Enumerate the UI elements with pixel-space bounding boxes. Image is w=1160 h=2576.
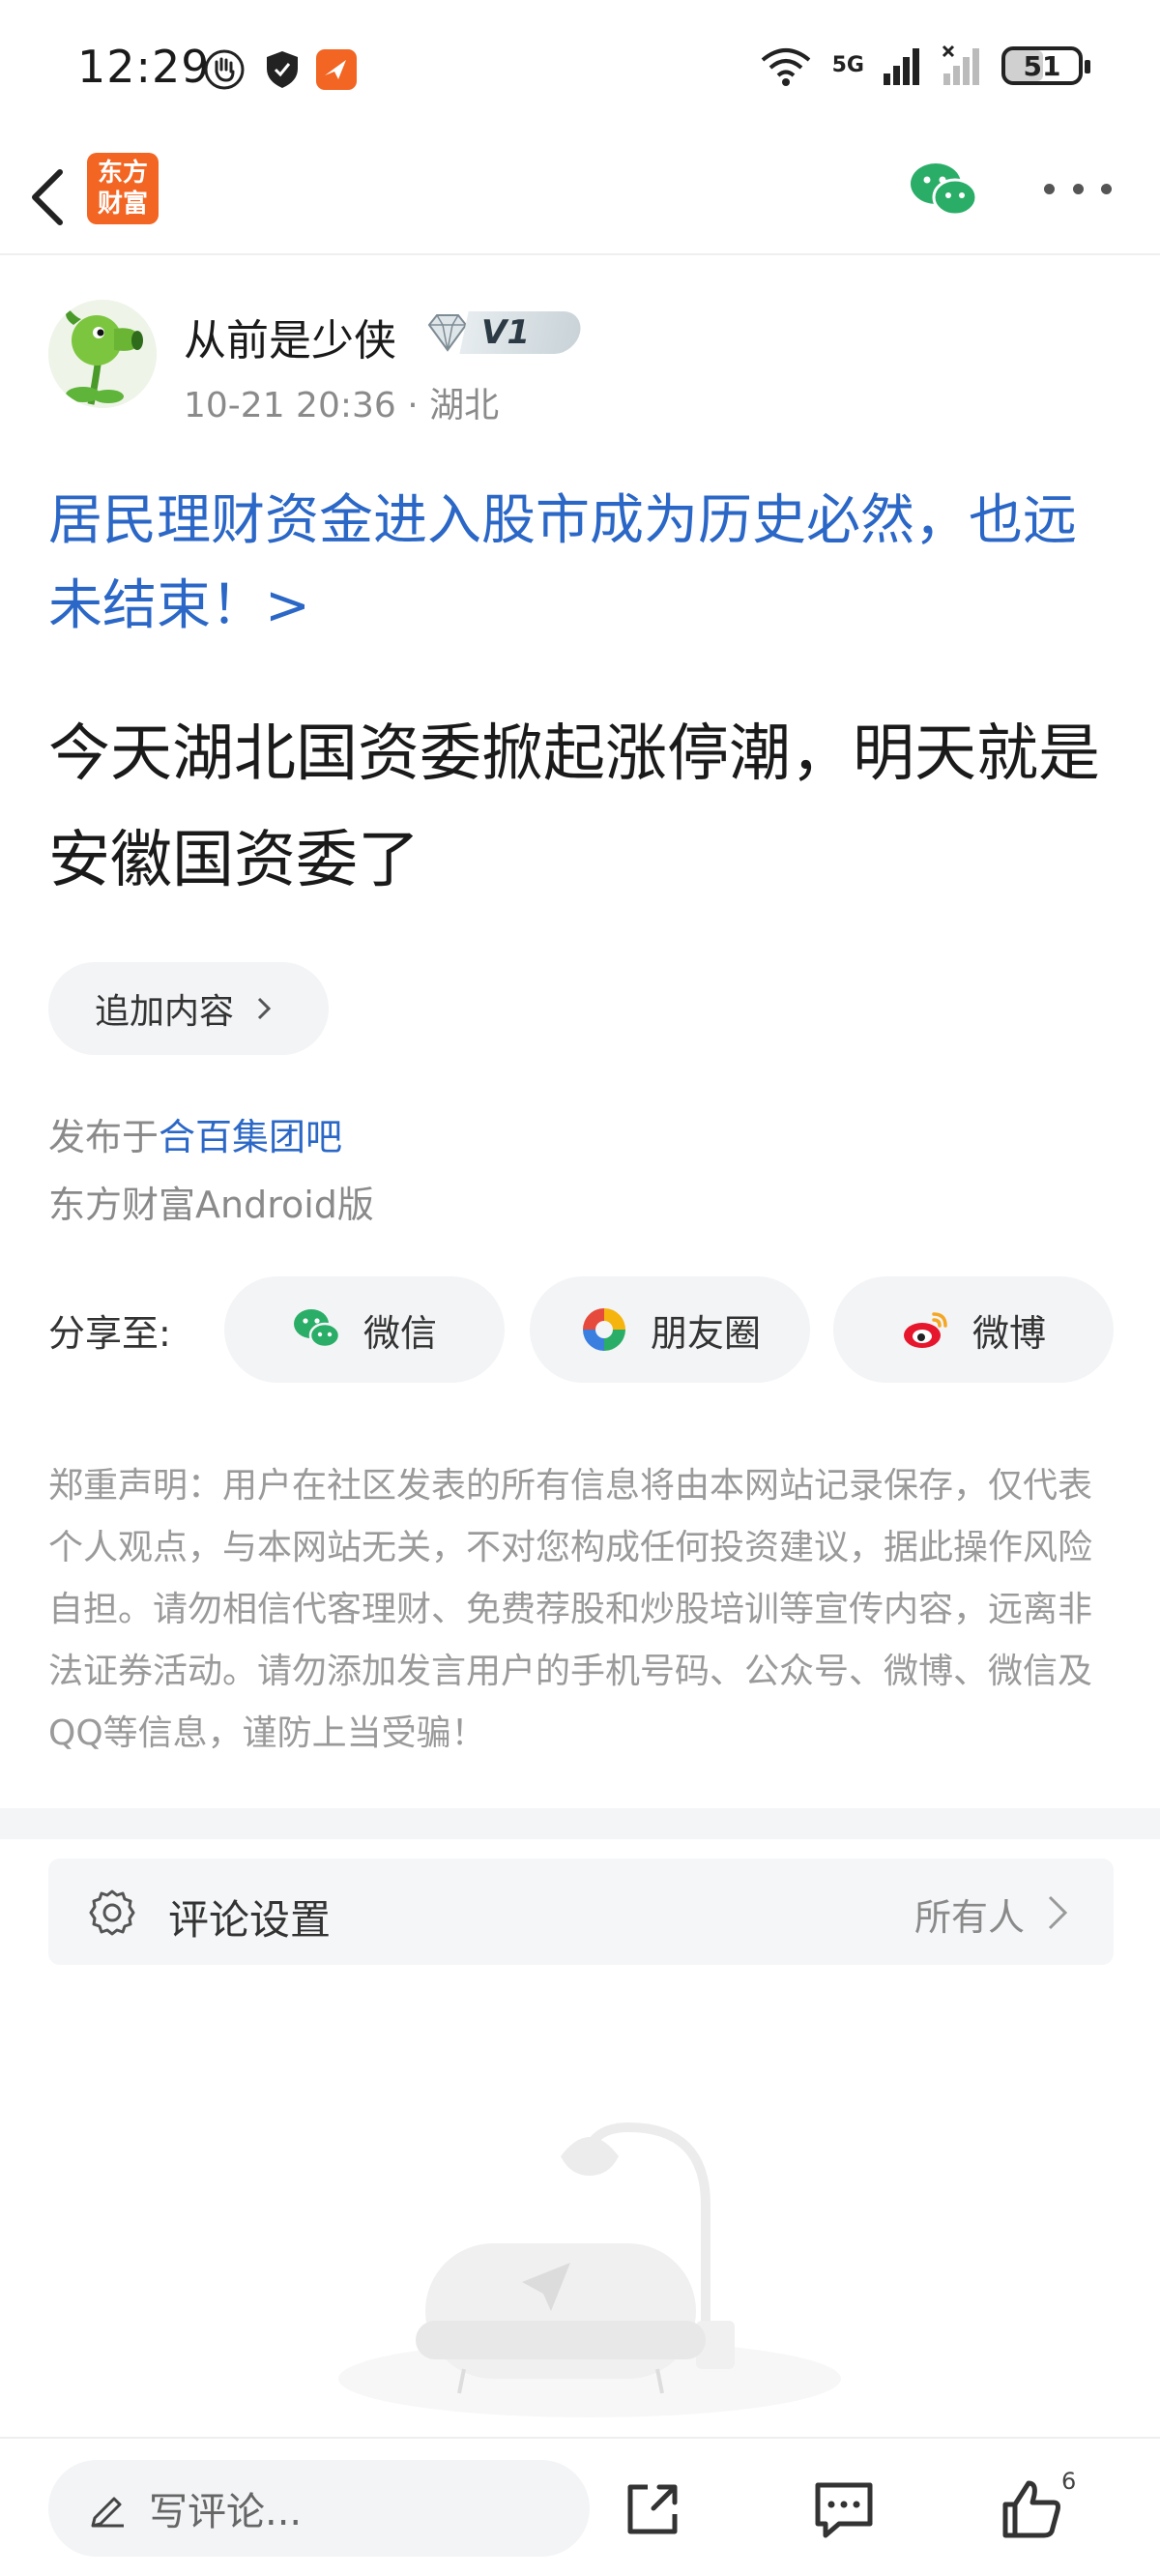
app-notification-icon	[316, 49, 357, 90]
share-moments-label: 朋友圈	[650, 1311, 761, 1355]
hand-icon	[204, 49, 245, 90]
moments-icon	[582, 1308, 625, 1351]
top-nav: 东方 财富	[0, 135, 1160, 255]
dot-icon	[1044, 183, 1055, 194]
author-section: 从前是少侠 V1 10-21 20:36 · 湖北	[48, 300, 1112, 425]
share-wechat-button[interactable]: 微信	[224, 1276, 505, 1383]
forum-link[interactable]: 合百集团吧	[159, 1116, 342, 1158]
gear-icon	[89, 1889, 135, 1936]
comment-settings-row[interactable]: 评论设置 所有人	[48, 1859, 1114, 1965]
signal-strength-icon	[884, 48, 919, 85]
add-content-button[interactable]: 追加内容	[48, 962, 329, 1055]
post-time-location: 10-21 20:36 · 湖北	[184, 386, 500, 425]
dot-icon	[1072, 183, 1084, 194]
comment-icon[interactable]	[810, 2475, 878, 2543]
author-name[interactable]: 从前是少侠	[184, 306, 396, 367]
level-badge: V1	[425, 307, 599, 358]
peashooter-avatar-icon	[48, 300, 157, 408]
status-bar: 12:29 5G 51	[0, 0, 1160, 135]
back-arrow-icon[interactable]	[19, 159, 77, 236]
comment-placeholder: 写评论...	[149, 2490, 303, 2534]
post-platform: 东方财富Android版	[48, 1184, 374, 1226]
comment-settings-value: 所有人	[914, 1896, 1025, 1939]
post-body: 今天湖北国资委掀起涨停潮，明天就是安徽国资委了	[48, 718, 1100, 896]
chevron-right-icon	[257, 997, 272, 1020]
like-count: 6	[1061, 2468, 1077, 2495]
comment-settings-label: 评论设置	[168, 1896, 332, 1944]
thumbs-up-icon[interactable]	[998, 2475, 1065, 2543]
logo-text-line2: 财富	[97, 190, 148, 219]
bottom-bar: 写评论... 6	[0, 2437, 1160, 2576]
wifi-icon	[761, 48, 810, 86]
wechat-share-icon[interactable]	[909, 161, 980, 219]
status-time: 12:29	[77, 41, 211, 93]
share-weibo-label: 微博	[972, 1311, 1046, 1355]
share-moments-button[interactable]: 朋友圈	[530, 1276, 810, 1383]
battery-icon: 51	[1001, 46, 1090, 85]
pencil-icon	[91, 2497, 124, 2528]
status-right: 5G 51	[757, 44, 1090, 87]
posted-in: 发布于合百集团吧	[48, 1107, 342, 1160]
logo-text-line1: 东方	[97, 159, 148, 188]
app-logo[interactable]: 东方 财富	[87, 153, 159, 224]
add-content-label: 追加内容	[95, 992, 235, 1032]
disclaimer: 郑重声明：用户在社区发表的所有信息将由本网站记录保存，仅代表个人观点，与本网站无…	[48, 1466, 1093, 1753]
avatar[interactable]	[48, 300, 157, 408]
posted-in-prefix: 发布于	[48, 1116, 160, 1158]
battery-level: 51	[1023, 49, 1061, 82]
shield-icon	[267, 51, 298, 88]
more-options-button[interactable]	[1044, 174, 1112, 203]
share-wechat-label: 微信	[362, 1311, 437, 1355]
topic-title-link[interactable]: 居民理财资金进入股市成为历史必然，也远未结束！>	[48, 479, 1121, 649]
signal-no-service-icon	[942, 44, 979, 85]
network-type: 5G	[831, 53, 864, 77]
wechat-icon	[293, 1309, 341, 1349]
chevron-right-icon	[1048, 1895, 1068, 1930]
weibo-icon	[903, 1312, 947, 1348]
comment-input[interactable]: 写评论...	[48, 2460, 590, 2557]
share-label: 分享至:	[48, 1312, 171, 1355]
dot-icon	[1101, 183, 1112, 194]
empty-comments-illustration	[338, 2122, 841, 2417]
level-text: V1	[481, 313, 530, 352]
share-weibo-button[interactable]: 微博	[833, 1276, 1114, 1383]
share-external-icon[interactable]	[619, 2475, 686, 2543]
section-divider	[0, 1808, 1160, 1839]
